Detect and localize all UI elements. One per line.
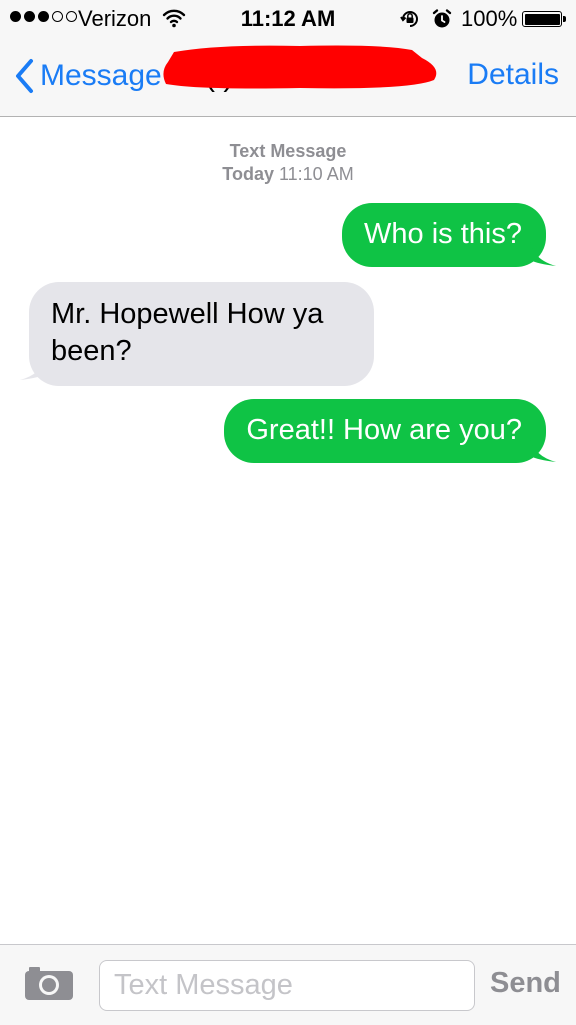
navigation-bar: Message ( ) Details	[0, 38, 576, 117]
sent-message-bubble[interactable]: Who is this?	[342, 203, 546, 267]
message-text: Mr. Hopewell How ya been?	[51, 298, 324, 367]
sent-message-bubble[interactable]: Great!! How are you?	[224, 399, 546, 463]
send-button[interactable]: Send	[490, 967, 561, 1000]
received-message-bubble[interactable]: Mr. Hopewell How ya been?	[29, 282, 374, 386]
camera-icon[interactable]	[24, 965, 74, 1006]
alarm-icon	[432, 8, 452, 36]
message-text-field[interactable]	[99, 960, 475, 1011]
back-button[interactable]: Message	[14, 56, 162, 96]
redaction-scribble	[163, 45, 437, 89]
service-label: Text Message	[229, 141, 347, 161]
message-input-bar: Send	[0, 944, 576, 1025]
date-time-label: Today 11:10 AM	[0, 163, 576, 186]
day-label: Today	[222, 164, 274, 184]
details-button[interactable]: Details	[467, 58, 559, 92]
battery-icon	[522, 11, 562, 27]
battery-percentage: 100%	[461, 6, 518, 31]
battery-tip	[563, 16, 566, 22]
received-bubble-tail	[20, 356, 46, 380]
rotation-lock-icon	[399, 8, 421, 36]
conversation-timestamp: Text Message Today 11:10 AM	[0, 140, 576, 186]
message-text: Great!! How are you?	[246, 414, 522, 446]
status-bar: Verizon 11:12 AM 100%	[0, 0, 576, 38]
sent-bubble-tail	[530, 438, 556, 462]
time-label: 11:10 AM	[278, 164, 354, 184]
message-text: Who is this?	[364, 218, 522, 250]
sent-bubble-tail	[530, 242, 556, 266]
chevron-left-icon	[14, 58, 34, 94]
back-button-label: Message	[40, 59, 162, 92]
